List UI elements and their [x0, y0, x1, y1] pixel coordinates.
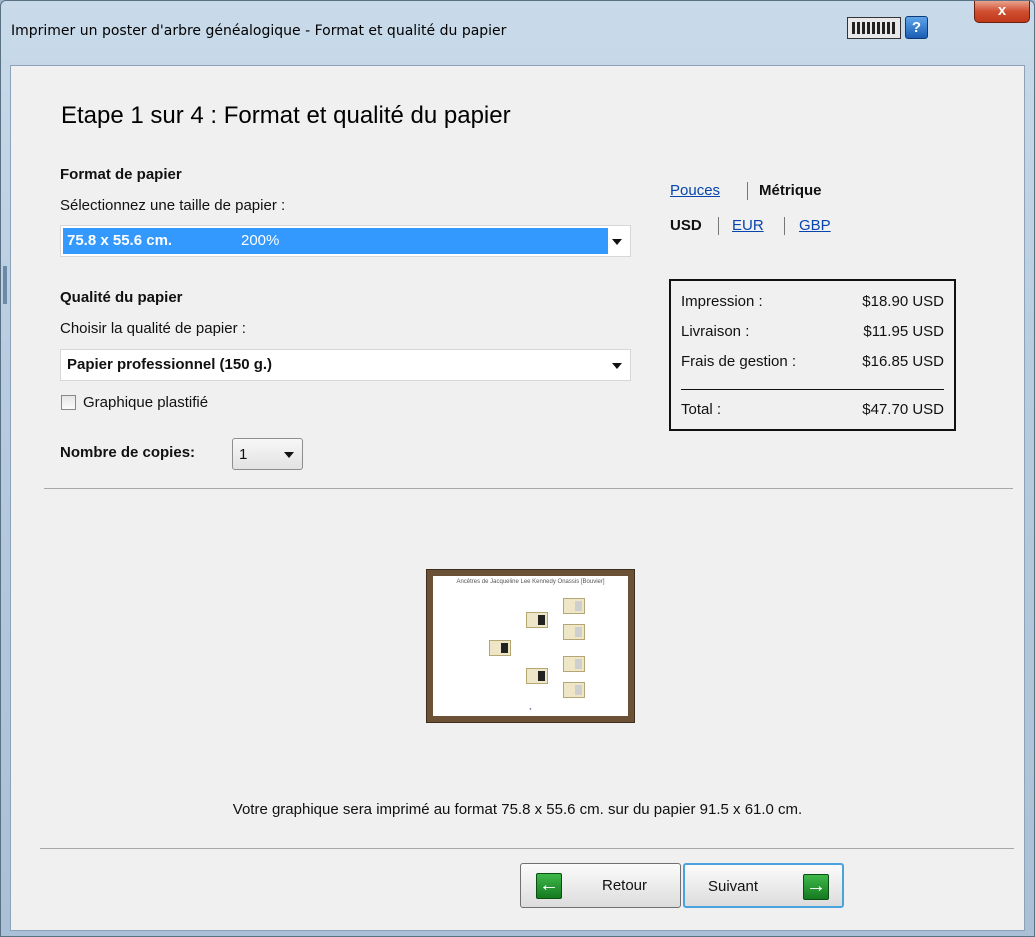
print-summary: Votre graphique sera imprimé au format 7… — [232, 801, 803, 818]
price-summary: Impression : $18.90 USD Livraison : $11.… — [669, 279, 956, 431]
page-title: Etape 1 sur 4 : Format et qualité du pap… — [61, 102, 511, 129]
copies-value: 1 — [239, 446, 248, 463]
tree-card — [563, 682, 585, 698]
tree-card — [526, 668, 548, 684]
arrow-right-icon: → — [803, 874, 829, 900]
price-row-printing: Impression : $18.90 USD — [681, 293, 944, 313]
currency-eur-link[interactable]: EUR — [732, 217, 764, 234]
paper-scale-value: 200% — [241, 232, 280, 249]
price-value: $16.85 USD — [862, 353, 944, 370]
next-button-label: Suivant — [708, 878, 759, 895]
paper-quality-prompt: Choisir la qualité de papier : — [60, 320, 246, 337]
laminated-label[interactable]: Graphique plastifié — [83, 394, 208, 411]
left-edge-handle — [3, 266, 7, 304]
units-inches-link[interactable]: Pouces — [670, 182, 720, 199]
poster-footer: ● — [529, 706, 532, 711]
units-metric-option[interactable]: Métrique — [759, 182, 822, 199]
back-button[interactable]: ← Retour — [520, 863, 681, 908]
price-value: $18.90 USD — [862, 293, 944, 310]
divider — [747, 182, 748, 200]
chevron-down-icon — [612, 363, 622, 369]
keyboard-icon[interactable] — [847, 17, 901, 39]
paper-size-value: 75.8 x 55.6 cm. — [67, 232, 173, 249]
tree-card — [563, 624, 585, 640]
dialog-content: Etape 1 sur 4 : Format et qualité du pap… — [10, 65, 1025, 931]
price-label: Total : — [681, 401, 722, 418]
paper-format-prompt: Sélectionnez une taille de papier : — [60, 197, 286, 214]
total-divider — [681, 389, 944, 390]
dialog-window: Imprimer un poster d'arbre généalogique … — [0, 0, 1035, 937]
poster-canvas: Ancêtres de Jacqueline Lee Kennedy Onass… — [433, 576, 628, 716]
divider — [40, 848, 1014, 849]
chevron-down-icon — [284, 452, 294, 458]
divider — [44, 488, 1013, 489]
back-button-label: Retour — [602, 877, 648, 894]
close-button[interactable]: x — [974, 1, 1030, 23]
title-bar[interactable]: Imprimer un poster d'arbre généalogique … — [1, 1, 1034, 65]
tree-card — [563, 656, 585, 672]
tree-card — [563, 598, 585, 614]
chevron-down-icon — [612, 239, 622, 245]
paper-quality-heading: Qualité du papier — [60, 289, 183, 306]
laminated-checkbox[interactable] — [61, 395, 76, 410]
paper-quality-value: Papier professionnel (150 g.) — [67, 356, 273, 373]
price-row-handling: Frais de gestion : $16.85 USD — [681, 353, 944, 373]
price-value: $11.95 USD — [863, 323, 944, 340]
paper-quality-select[interactable]: Papier professionnel (150 g.) — [60, 349, 631, 381]
currency-usd-option[interactable]: USD — [670, 217, 702, 234]
paper-size-select[interactable]: 75.8 x 55.6 cm. 200% — [60, 225, 631, 257]
help-icon[interactable]: ? — [905, 16, 928, 39]
price-label: Livraison : — [681, 323, 750, 340]
poster-title: Ancêtres de Jacqueline Lee Kennedy Onass… — [456, 579, 605, 585]
copies-label: Nombre de copies: — [60, 444, 196, 461]
tree-card — [526, 612, 548, 628]
divider — [784, 217, 785, 235]
tree-card — [489, 640, 511, 656]
paper-format-heading: Format de papier — [60, 166, 182, 183]
poster-preview: Ancêtres de Jacqueline Lee Kennedy Onass… — [426, 569, 635, 723]
window-title: Imprimer un poster d'arbre généalogique … — [11, 23, 507, 39]
next-button[interactable]: Suivant → — [683, 863, 844, 908]
currency-gbp-link[interactable]: GBP — [799, 217, 831, 234]
price-label: Frais de gestion : — [681, 353, 797, 370]
price-value: $47.70 USD — [862, 401, 944, 418]
arrow-left-icon: ← — [536, 873, 562, 899]
divider — [718, 217, 719, 235]
copies-select[interactable]: 1 — [232, 438, 303, 470]
price-row-shipping: Livraison : $11.95 USD — [681, 323, 944, 343]
price-label: Impression : — [681, 293, 763, 310]
price-row-total: Total : $47.70 USD — [681, 401, 944, 421]
